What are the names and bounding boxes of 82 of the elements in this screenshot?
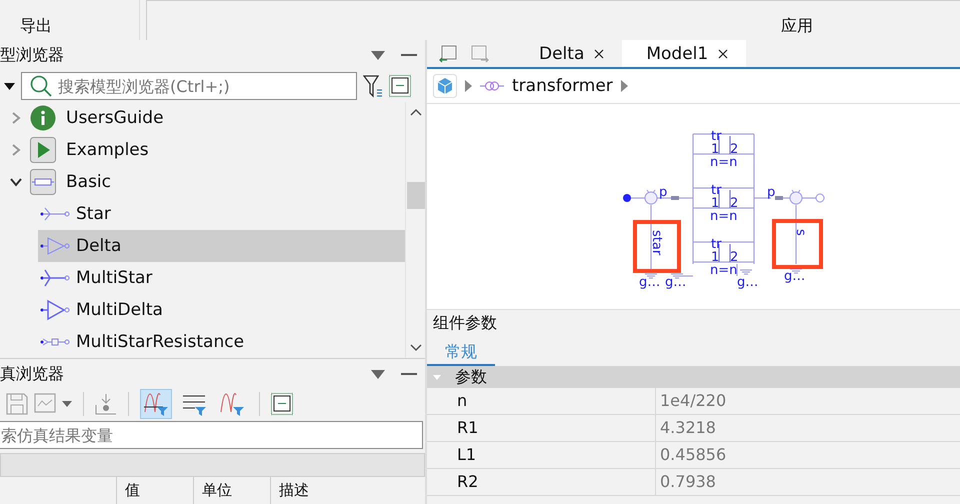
ground-label: g… — [665, 275, 686, 290]
component-icon — [40, 299, 70, 321]
parameter-value[interactable]: 0.7938 — [656, 469, 716, 495]
tree-item[interactable]: UsersGuide — [66, 108, 164, 128]
collapse-all-icon[interactable] — [271, 393, 293, 415]
ratio-label: n=n — [710, 155, 738, 170]
column-header[interactable]: 描述 — [270, 477, 347, 504]
tree-item[interactable]: MultiDelta — [0, 294, 405, 326]
search-field[interactable]: 索仿真结果变量 — [0, 421, 423, 449]
cube-icon[interactable] — [433, 74, 457, 98]
panel-title: 真浏览器 — [0, 364, 65, 384]
parameter-name: R1 — [427, 415, 656, 441]
winding-label: 1 — [711, 142, 720, 157]
panel-title: 组件参数 — [432, 312, 498, 334]
dropdown-icon[interactable] — [62, 401, 72, 407]
dropdown-icon[interactable] — [371, 370, 385, 378]
save-icon[interactable] — [6, 393, 28, 415]
column-header[interactable]: 值 — [116, 477, 193, 504]
editor-tab[interactable]: Model1 — [622, 40, 746, 67]
parameter-value[interactable]: 1e4/220 — [656, 388, 726, 414]
ratio-label: n=n — [710, 263, 738, 278]
parameter-name: n — [427, 388, 656, 414]
transformer-label: tr — [711, 129, 722, 144]
tree-item[interactable]: MultiStar — [0, 262, 405, 294]
back-icon[interactable] — [439, 44, 457, 62]
tree-item[interactable]: Delta — [38, 230, 405, 262]
ratio-label: n=n — [710, 209, 738, 224]
column-header[interactable]: 单位 — [193, 477, 270, 504]
group-header[interactable]: 参数 — [427, 366, 960, 388]
caret-icon[interactable] — [620, 80, 628, 92]
filter-icon[interactable] — [363, 74, 383, 98]
close-icon[interactable] — [718, 48, 728, 58]
port-label: p — [767, 185, 776, 200]
tree-item[interactable]: Examples — [66, 140, 149, 160]
breadcrumb-item[interactable]: transformer — [512, 76, 613, 96]
info-icon — [30, 105, 56, 131]
play-icon — [30, 137, 56, 163]
package-icon — [30, 169, 56, 195]
winding-label: 2 — [730, 250, 738, 265]
collapse-all-icon[interactable] — [389, 75, 411, 97]
parameter-value[interactable]: 0.45856 — [656, 442, 726, 468]
ground-label: g… — [639, 275, 660, 290]
parameter-name: R2 — [427, 469, 656, 495]
caret-icon[interactable] — [465, 80, 472, 92]
dropdown-icon[interactable] — [371, 50, 385, 60]
tree-item[interactable]: Star — [0, 198, 405, 230]
component-icon — [40, 235, 70, 257]
chevron-right-icon[interactable] — [10, 144, 22, 156]
collapse-triangle-icon[interactable] — [4, 82, 15, 90]
panel-title: 型浏览器 — [0, 44, 65, 66]
editor-tab[interactable]: Delta — [515, 40, 622, 67]
scrollbar[interactable] — [405, 102, 425, 358]
winding-label: 1 — [711, 250, 720, 265]
component-icon — [40, 267, 70, 289]
winding-label: 2 — [730, 142, 738, 157]
chevron-right-icon[interactable] — [10, 112, 22, 124]
tree-item[interactable]: Basic — [66, 172, 112, 192]
export-label[interactable]: 导出 — [20, 16, 52, 37]
transformer-label: tr — [711, 183, 722, 198]
ground-label: g… — [737, 275, 758, 290]
search-icon — [30, 75, 52, 97]
export-plot-icon[interactable] — [34, 393, 56, 415]
chevron-down-icon[interactable] — [10, 176, 22, 188]
scroll-up-icon[interactable] — [410, 108, 422, 116]
transformer-icon — [480, 81, 504, 91]
winding-label: 2 — [730, 196, 738, 211]
component-label[interactable]: star — [649, 230, 664, 256]
component-label[interactable]: s — [793, 229, 808, 236]
search-field[interactable]: 搜索模型浏览器(Ctrl+;) — [21, 72, 357, 100]
apply-label[interactable]: 应用 — [781, 16, 813, 37]
winding-label: 1 — [711, 196, 720, 211]
scroll-down-icon[interactable] — [410, 344, 422, 352]
tree-item[interactable]: MultiStarResistance — [0, 326, 405, 358]
parameter-name: L1 — [427, 442, 656, 468]
import-icon[interactable] — [95, 393, 117, 415]
transformer-label: tr — [711, 237, 722, 252]
ground-label: g… — [784, 269, 806, 284]
forward-icon[interactable] — [471, 44, 489, 62]
scroll-thumb[interactable] — [406, 182, 424, 209]
port-label: p — [659, 185, 668, 200]
close-icon[interactable] — [594, 48, 604, 58]
parameter-value[interactable]: 4.3218 — [656, 415, 716, 441]
